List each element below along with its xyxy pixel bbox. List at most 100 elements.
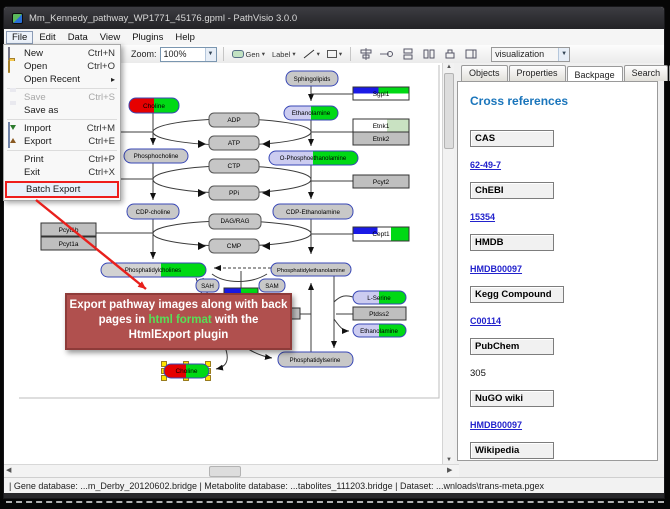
node-etnk1[interactable]: Etnk1 [353,119,409,132]
node-ptdss2[interactable]: Ptdss2 [353,307,406,320]
stack-vertical-button[interactable] [399,47,417,61]
menu-item-new[interactable]: New Ctrl+N [4,47,120,60]
xref-title: NuGO wiki [470,390,554,407]
align-center-icon [359,48,373,60]
svg-text:Sphingolipids: Sphingolipids [294,76,331,83]
menu-item-save[interactable]: Save Ctrl+S [4,91,120,104]
line-dropdown[interactable]: ▾ [301,48,322,60]
tab-search[interactable]: Search [624,65,669,81]
svg-text:Cept1: Cept1 [372,231,390,238]
menu-help[interactable]: Help [169,31,201,44]
node-ethanolamine[interactable]: Ethanolamine [284,106,338,120]
xref-link[interactable]: 62-49-7 [470,160,501,170]
chevron-down-icon[interactable]: ▼ [205,48,216,61]
node-phosphatidylserine[interactable]: Phosphatidylserine [278,352,353,367]
node-l-serine[interactable]: L-Serine [353,291,406,304]
node-ctp[interactable]: CTP [209,159,259,173]
menu-item-open-recent[interactable]: Open Recent ▸ [4,73,120,86]
xref-value: 305 [470,368,486,379]
status-text: | Gene database: ...m_Derby_20120602.bri… [9,481,544,491]
node-cdp-choline[interactable]: CDP-choline [127,204,179,219]
node-cept1[interactable]: Cept1 [353,227,409,241]
menu-edit[interactable]: Edit [33,31,61,44]
node-choline[interactable]: Choline [129,98,179,113]
menu-file[interactable]: File [6,31,33,44]
zoom-select[interactable]: 100% ▼ [160,47,217,62]
svg-text:Ethanolamine: Ethanolamine [292,110,331,117]
menu-item-print[interactable]: Print Ctrl+P [4,153,120,166]
node-pcyt1b[interactable]: Pcyt1b [41,223,96,236]
menu-item-import[interactable]: Import Ctrl+M [4,122,120,135]
tab-properties[interactable]: Properties [509,65,566,81]
node-cmp[interactable]: CMP [209,239,259,253]
node-choline-selected[interactable]: Choline [162,362,211,381]
menu-plugins[interactable]: Plugins [126,31,169,44]
node-o-phosphoethanolamine[interactable]: O-Phosphoethanolamine [269,151,358,165]
node-phosphatidylcholines[interactable]: Phosphatidylcholines [101,263,206,277]
node-sah[interactable]: SAH [196,279,219,292]
node-cdp-ethanolamine[interactable]: CDP-Ethanolamine [273,204,353,219]
shape-dropdown[interactable]: ▾ [325,49,344,59]
datanode-dropdown[interactable]: Gen ▾ [230,49,267,60]
svg-text:ADP: ADP [227,117,240,124]
tab-backpage[interactable]: Backpage [567,66,623,82]
node-sam[interactable]: SAM [259,279,285,292]
svg-text:DAG/RAG: DAG/RAG [220,218,249,225]
visualization-select[interactable]: visualization ▼ [491,47,570,62]
scroll-left-icon[interactable]: ◀ [6,466,11,474]
chevron-down-icon: ▾ [339,50,342,58]
tab-objects[interactable]: Objects [461,65,508,81]
zoom-label: Zoom: [131,49,157,59]
sidebar: Objects Properties Backpage Search Legen… [454,63,664,464]
node-ethanolamine-bottom[interactable]: Ethanolamine [353,324,406,337]
node-adp[interactable]: ADP [209,113,259,127]
menu-view[interactable]: View [94,31,126,44]
xref-title: Wikipedia [470,442,554,459]
xref-link[interactable]: HMDB00097 [470,420,522,430]
label-dropdown[interactable]: Label ▾ [270,49,298,60]
node-atp[interactable]: ATP [209,136,259,150]
menu-item-save-as[interactable]: Save as [4,104,120,117]
menu-item-export[interactable]: Export Ctrl+E [4,135,120,148]
statusbar: | Gene database: ...m_Derby_20120602.bri… [4,477,664,494]
xref-link[interactable]: 15354 [470,212,495,222]
node-sphingolipids[interactable]: Sphingolipids [286,71,338,86]
node-dag[interactable]: DAG/RAG [209,214,261,229]
xref-title: CAS [470,130,554,147]
backpage-panel: Cross references CAS 62-49-7 ChEBI 15354… [457,81,658,461]
titlebar[interactable]: Mm_Kennedy_pathway_WP1771_45176.gpml - P… [4,7,664,29]
svg-text:ATP: ATP [228,140,240,147]
node-phosphocholine[interactable]: Phosphocholine [124,149,188,163]
xref-section-cas: CAS 62-49-7 [470,130,645,173]
node-ppi[interactable]: PPi [209,186,259,200]
node-sgpl1[interactable]: Sgpl1 [353,87,409,100]
import-icon [8,122,10,135]
horiz-scroll-thumb[interactable] [209,466,241,477]
menu-item-open[interactable]: Open Ctrl+O [4,60,120,73]
chevron-down-icon: ▾ [262,50,265,58]
scroll-right-icon[interactable]: ▶ [447,466,452,474]
menu-separator [7,119,117,120]
node-phosphatidylethanolamine[interactable]: Phosphatidylethanolamine [271,263,351,276]
xref-link[interactable]: C00114 [470,316,501,326]
sidebar-tabs: Objects Properties Backpage Search Legen… [461,65,670,81]
svg-text:Phosphatidylethanolamine: Phosphatidylethanolamine [277,268,345,274]
side-panel-button[interactable] [462,47,480,61]
stack-horizontal-button[interactable] [420,47,438,61]
align-middle-button[interactable] [378,47,396,61]
menu-item-exit[interactable]: Exit Ctrl+X [4,166,120,179]
chevron-down-icon: ▾ [292,50,295,58]
vertical-scroll-thumb[interactable] [444,73,454,149]
print-button[interactable] [441,47,459,61]
svg-text:CTP: CTP [228,163,241,170]
menu-item-batch-export[interactable]: Batch Export [5,181,119,198]
open-folder-icon [8,60,10,73]
node-etnk2[interactable]: Etnk2 [353,132,409,145]
node-pcyt2[interactable]: Pcyt2 [353,175,409,188]
file-menu: New Ctrl+N Open Ctrl+O Open Recent ▸ Sav… [3,44,121,201]
align-center-button[interactable] [357,47,375,61]
node-pcyt1a[interactable]: Pcyt1a [41,237,96,250]
menu-data[interactable]: Data [62,31,94,44]
xref-link[interactable]: HMDB00097 [470,264,522,274]
chevron-down-icon[interactable]: ▼ [558,48,569,61]
